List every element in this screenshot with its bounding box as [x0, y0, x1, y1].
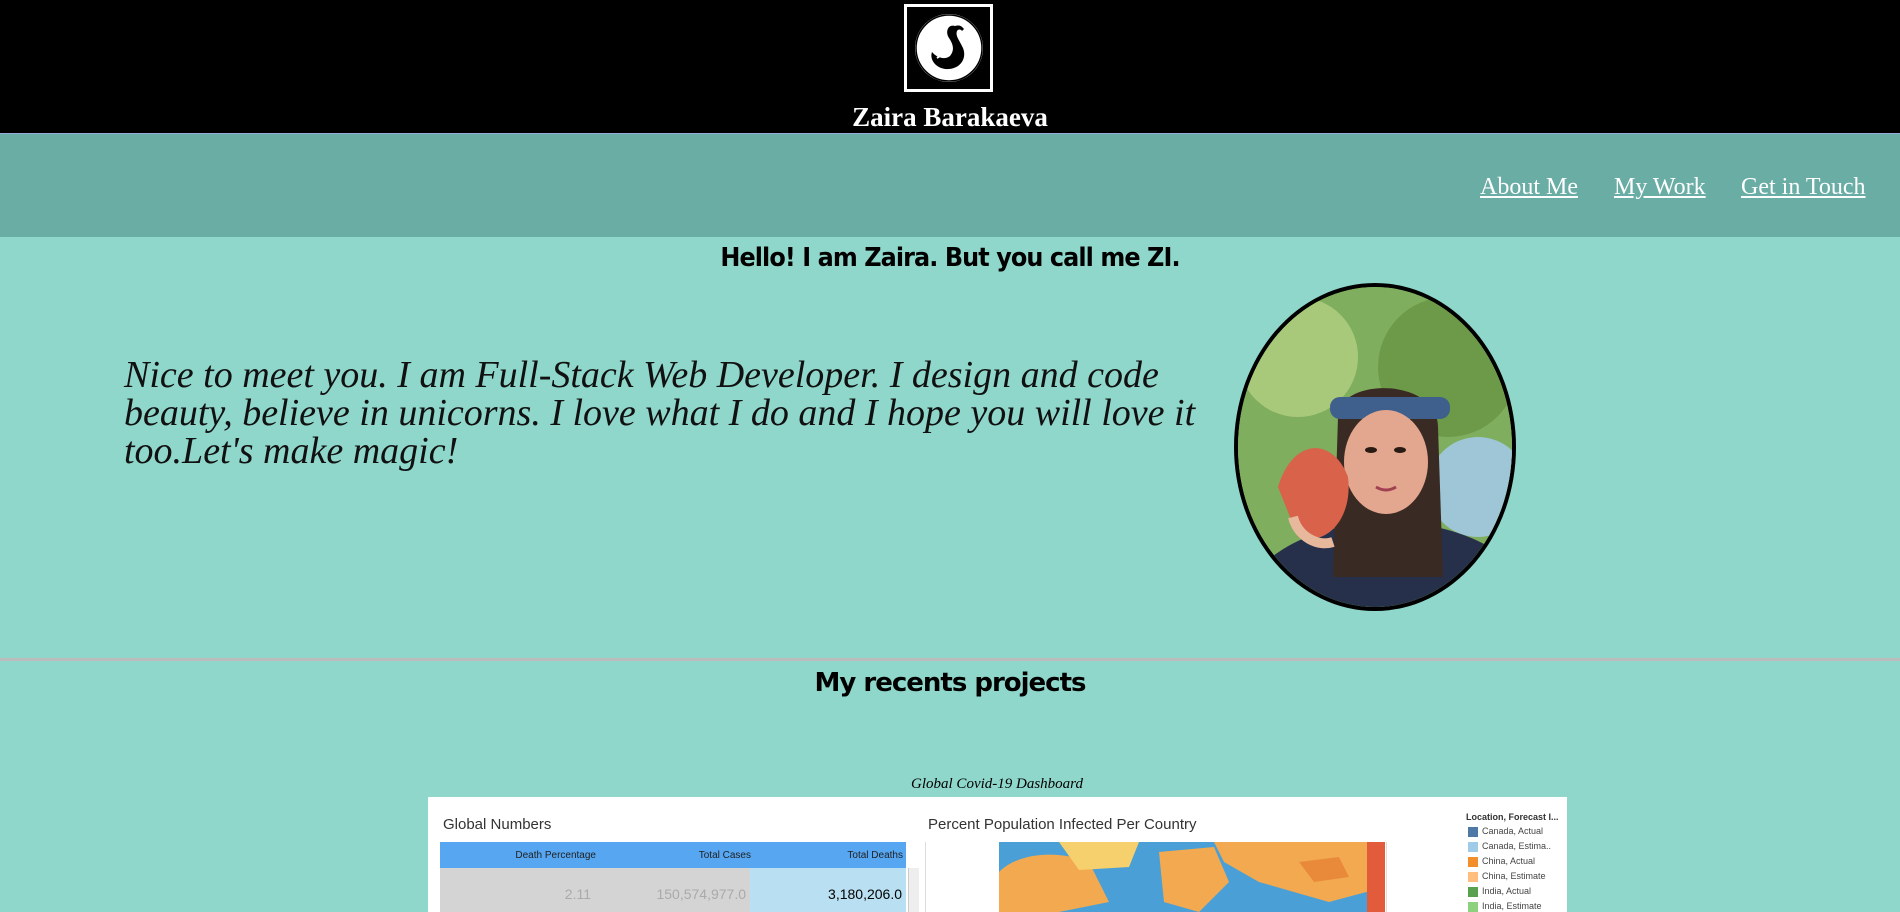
- legend-entry: China, Actual: [1468, 856, 1535, 867]
- legend-entry: Canada, Actual: [1468, 826, 1543, 837]
- table-cell: 150,574,977.0: [595, 868, 750, 912]
- table-row: 2.11 150,574,977.0 3,180,206.0: [440, 868, 906, 912]
- covid-dashboard[interactable]: Global Numbers Death Percentage Total Ca…: [428, 797, 1567, 912]
- greeting-heading: Hello! I am Zaira. But you call me ZI.: [720, 243, 1180, 273]
- table-header-cell: Total Cases: [698, 850, 751, 861]
- panel-title-global-numbers: Global Numbers: [443, 816, 552, 833]
- intro-text: Nice to meet you. I am Full-Stack Web De…: [124, 354, 1196, 472]
- table-header: Death Percentage Total Cases Total Death…: [440, 842, 906, 868]
- legend-entry: India, Actual: [1468, 886, 1531, 897]
- table-cell: 2.11: [440, 868, 595, 912]
- logo[interactable]: [904, 4, 993, 92]
- legend-title: Location, Forecast I...: [1466, 812, 1559, 822]
- swan-icon: [915, 14, 983, 82]
- legend-entry: India, Estimate: [1468, 901, 1542, 912]
- nav-my-work[interactable]: My Work: [1614, 174, 1706, 201]
- world-map[interactable]: [999, 842, 1385, 912]
- table-header-cell: Death Percentage: [515, 850, 596, 861]
- panel-title-population-infected: Percent Population Infected Per Country: [928, 816, 1197, 833]
- legend-entry: China, Estimate: [1468, 871, 1546, 882]
- project-caption: Global Covid-19 Dashboard: [911, 776, 1083, 792]
- nav-about-me[interactable]: About Me: [1480, 174, 1578, 201]
- table-cell: 3,180,206.0: [750, 868, 906, 912]
- table-scrollbar[interactable]: [908, 868, 919, 912]
- legend-entry: Canada, Estima..: [1468, 841, 1551, 852]
- profile-photo: [1234, 283, 1516, 611]
- nav-get-in-touch[interactable]: Get in Touch: [1741, 174, 1866, 201]
- table-header-cell: Total Deaths: [847, 850, 903, 861]
- site-header: Zaira Barakaeva: [0, 0, 1900, 133]
- site-name: Zaira Barakaeva: [852, 102, 1048, 132]
- section-divider: [0, 658, 1900, 661]
- projects-heading: My recents projects: [814, 668, 1087, 698]
- nav-bar: About Me My Work Get in Touch: [0, 133, 1900, 237]
